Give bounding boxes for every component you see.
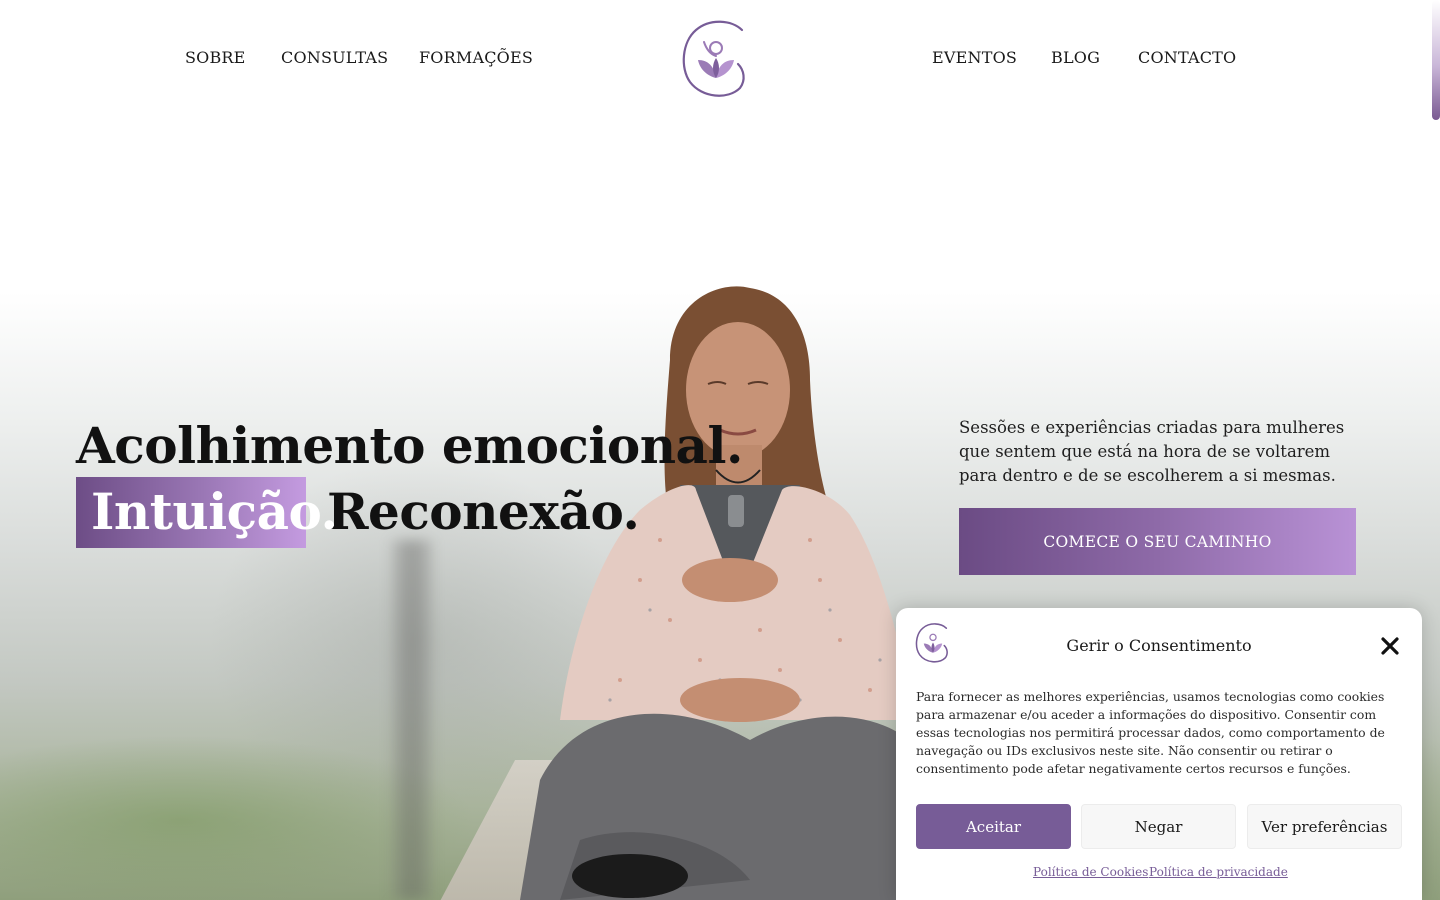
cookie-consent-dialog: Gerir o Consentimento Para fornecer as m…	[896, 608, 1422, 900]
site-header: SOBRE CONSULTAS FORMAÇÕES EVENTOS BLOG C…	[0, 0, 1440, 120]
logo-icon[interactable]	[680, 18, 752, 100]
consent-text: Para fornecer as melhores experiências, …	[916, 689, 1385, 776]
preferences-button[interactable]: Ver preferências	[1247, 804, 1402, 849]
background-pillar	[392, 540, 432, 900]
nav-link-eventos[interactable]: EVENTOS	[932, 48, 1017, 67]
meditating-woman-image	[520, 286, 960, 900]
cta-button[interactable]: COMECE O SEU CAMINHO	[959, 508, 1356, 575]
hero-headline-line1: Acolhimento emocional.	[76, 416, 743, 475]
privacy-policy-link[interactable]: Política de privacidade	[1149, 865, 1288, 879]
close-icon[interactable]	[1380, 636, 1400, 656]
cookie-policy-link[interactable]: Política de Cookies	[1033, 865, 1148, 879]
nav-link-consultas[interactable]: CONSULTAS	[281, 48, 388, 67]
consent-title: Gerir o Consentimento	[1066, 636, 1252, 655]
nav-link-contacto[interactable]: CONTACTO	[1138, 48, 1236, 67]
deny-button[interactable]: Negar	[1081, 804, 1236, 849]
hero-headline-line2: Reconexão.	[327, 482, 640, 541]
hero-intro-text: Sessões e experiências criadas para mulh…	[959, 418, 1345, 485]
scrollbar-thumb[interactable]	[1432, 0, 1440, 120]
nav-link-blog[interactable]: BLOG	[1051, 48, 1100, 67]
hero-headline-highlight: Intuição.	[91, 482, 338, 541]
nav-link-formacoes[interactable]: FORMAÇÕES	[419, 48, 533, 67]
accept-button[interactable]: Aceitar	[916, 804, 1071, 849]
nav-link-sobre[interactable]: SOBRE	[185, 48, 246, 67]
